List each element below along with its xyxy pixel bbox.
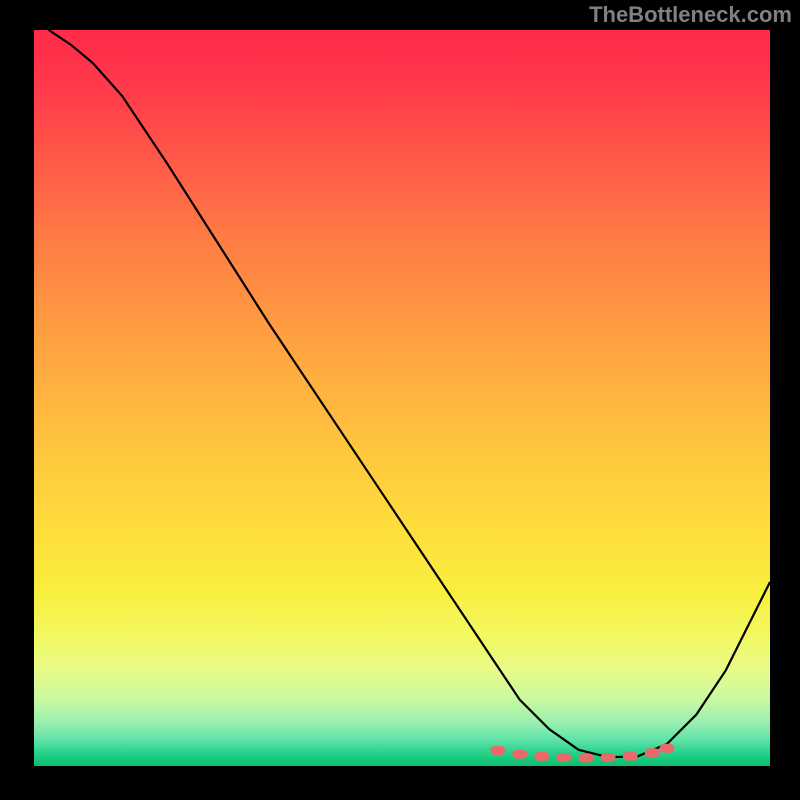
- watermark-text: TheBottleneck.com: [589, 2, 792, 28]
- chart-container: TheBottleneck.com: [0, 0, 800, 800]
- plot-area: [34, 30, 770, 766]
- main-curve: [49, 30, 770, 757]
- chart-svg: [34, 30, 770, 766]
